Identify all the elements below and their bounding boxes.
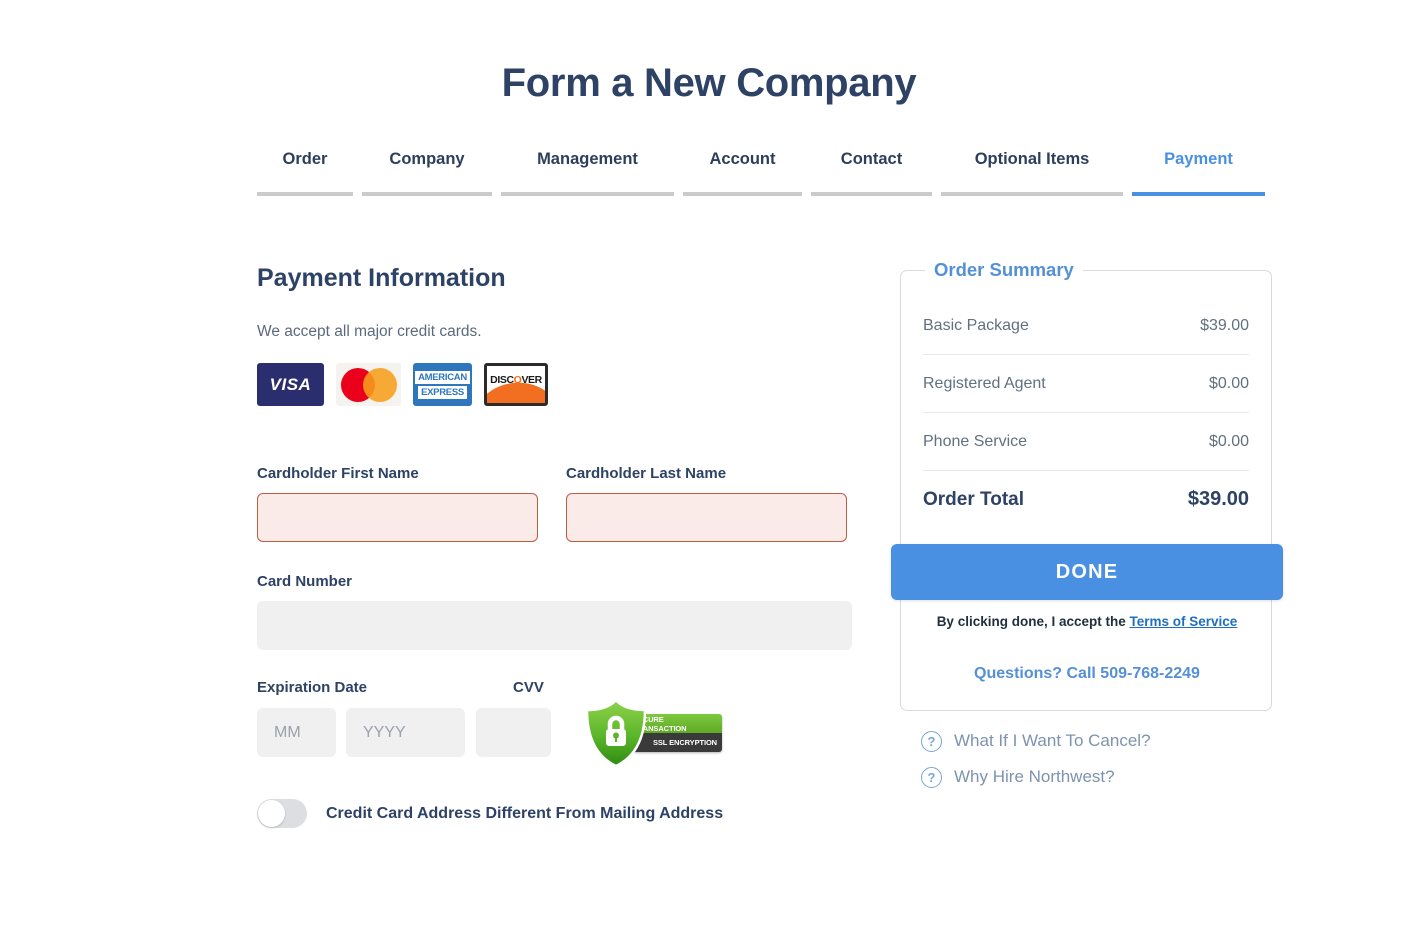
tab-account[interactable]: Account (683, 148, 802, 196)
shield-lock-icon (585, 698, 647, 768)
amex-logo-line2: EXPRESS (418, 385, 467, 399)
cardholder-last-name-input[interactable] (566, 493, 847, 542)
billing-address-toggle-row: Credit Card Address Different From Maili… (257, 799, 723, 828)
discover-text-pre: DISC (490, 374, 514, 386)
credit-card-address-toggle-label: Credit Card Address Different From Maili… (326, 805, 724, 822)
card-number-field-group: Card Number (257, 572, 852, 650)
discover-logo-inner: DISCOVER (487, 366, 545, 403)
help-link-label: What If I Want To Cancel? (954, 731, 1151, 750)
secure-transaction-badge: SECURE TRANSACTION SSL ENCRYPTION (579, 698, 722, 768)
summary-item-price: $0.00 (1208, 375, 1249, 392)
terms-acceptance-line: By clicking done, I accept the Terms of … (901, 613, 1273, 631)
summary-item-name: Phone Service (923, 433, 1028, 450)
mastercard-yellow-circle (362, 367, 397, 402)
mastercard-logo (336, 363, 401, 406)
summary-row-registered-agent: Registered Agent $0.00 (923, 373, 1249, 413)
done-button[interactable]: DONE (891, 544, 1283, 600)
order-summary-legend: Order Summary (925, 258, 1083, 282)
exp-year-wrap (346, 708, 465, 757)
exp-month-wrap (257, 708, 336, 757)
help-link-label: Why Hire Northwest? (954, 767, 1115, 786)
cvv-label: CVV (513, 679, 544, 696)
summary-row-phone-service: Phone Service $0.00 (923, 431, 1249, 471)
last-name-field-group: Cardholder Last Name (566, 464, 847, 542)
form-step-tabs: Order Company Management Account Contact… (257, 148, 1288, 196)
expiration-year-input[interactable] (346, 708, 465, 757)
tab-management[interactable]: Management (501, 148, 674, 196)
tab-company[interactable]: Company (362, 148, 492, 196)
amex-logo-line1: AMERICAN (415, 370, 470, 384)
card-number-input[interactable] (257, 601, 852, 650)
terms-prefix-text: By clicking done, I accept the (936, 614, 1130, 629)
summary-row-order-total: Order Total $39.00 (923, 488, 1249, 511)
cvv-input[interactable] (476, 708, 551, 757)
question-mark-icon: ? (921, 766, 942, 788)
payment-information-section: Payment Information We accept all major … (257, 262, 852, 828)
question-mark-icon: ? (921, 730, 942, 752)
discover-text-post: VER (521, 374, 542, 386)
expiration-date-label: Expiration Date (257, 679, 368, 696)
section-title: Payment Information (257, 264, 506, 292)
discover-logo: DISCOVER (484, 363, 548, 406)
questions-phone-link[interactable]: Questions? Call 509-768-2249 (901, 663, 1273, 684)
credit-card-address-toggle[interactable] (257, 799, 307, 828)
tab-order[interactable]: Order (257, 148, 353, 196)
tab-contact[interactable]: Contact (811, 148, 932, 196)
order-total-label: Order Total (923, 489, 1024, 510)
cardholder-name-row: Cardholder First Name Cardholder Last Na… (257, 464, 852, 542)
cardholder-first-name-input[interactable] (257, 493, 538, 542)
visa-logo: VISA (257, 363, 324, 406)
summary-item-name: Registered Agent (923, 375, 1046, 392)
summary-item-name: Basic Package (923, 317, 1029, 334)
summary-row-basic-package: Basic Package $39.00 (923, 315, 1249, 355)
page-title: Form a New Company (501, 61, 917, 105)
terms-of-service-link[interactable]: Terms of Service (1130, 614, 1238, 629)
order-summary-card: Order Summary Basic Package $39.00 Regis… (891, 258, 1283, 711)
discover-logo-text: DISCOVER (487, 374, 545, 386)
accepted-card-logos: VISA AMERICAN EXPRESS DISCOVER (257, 363, 852, 406)
toggle-knob (258, 800, 285, 827)
help-link-cancel[interactable]: ? What If I Want To Cancel? (921, 730, 1151, 752)
summary-item-price: $0.00 (1208, 433, 1249, 450)
first-name-field-group: Cardholder First Name (257, 464, 538, 542)
help-link-why-hire-northwest[interactable]: ? Why Hire Northwest? (921, 766, 1151, 788)
expiration-cvv-inputs: SECURE TRANSACTION SSL ENCRYPTION (257, 698, 852, 768)
expiration-cvv-labels: Expiration Date CVV (257, 679, 852, 699)
payment-page: Form a New Company Order Company Managem… (0, 0, 1418, 938)
cvv-wrap (476, 708, 551, 757)
order-summary-column: Order Summary Basic Package $39.00 Regis… (891, 258, 1283, 788)
tab-optional-items[interactable]: Optional Items (941, 148, 1123, 196)
expiration-month-input[interactable] (257, 708, 336, 757)
mastercard-circles (340, 367, 397, 402)
amex-logo: AMERICAN EXPRESS (413, 363, 472, 406)
tab-payment[interactable]: Payment (1132, 148, 1265, 196)
card-number-label: Card Number (257, 573, 353, 590)
visa-logo-text: VISA (269, 374, 312, 394)
expiration-cvv-row: Expiration Date CVV SECURE TRANSACTION S… (257, 679, 852, 768)
accepted-cards-text: We accept all major credit cards. (257, 323, 482, 340)
help-links: ? What If I Want To Cancel? ? Why Hire N… (921, 730, 1151, 802)
order-total-value: $39.00 (1187, 488, 1249, 510)
summary-item-price: $39.00 (1200, 317, 1249, 334)
first-name-label: Cardholder First Name (257, 465, 419, 482)
last-name-label: Cardholder Last Name (566, 465, 727, 482)
